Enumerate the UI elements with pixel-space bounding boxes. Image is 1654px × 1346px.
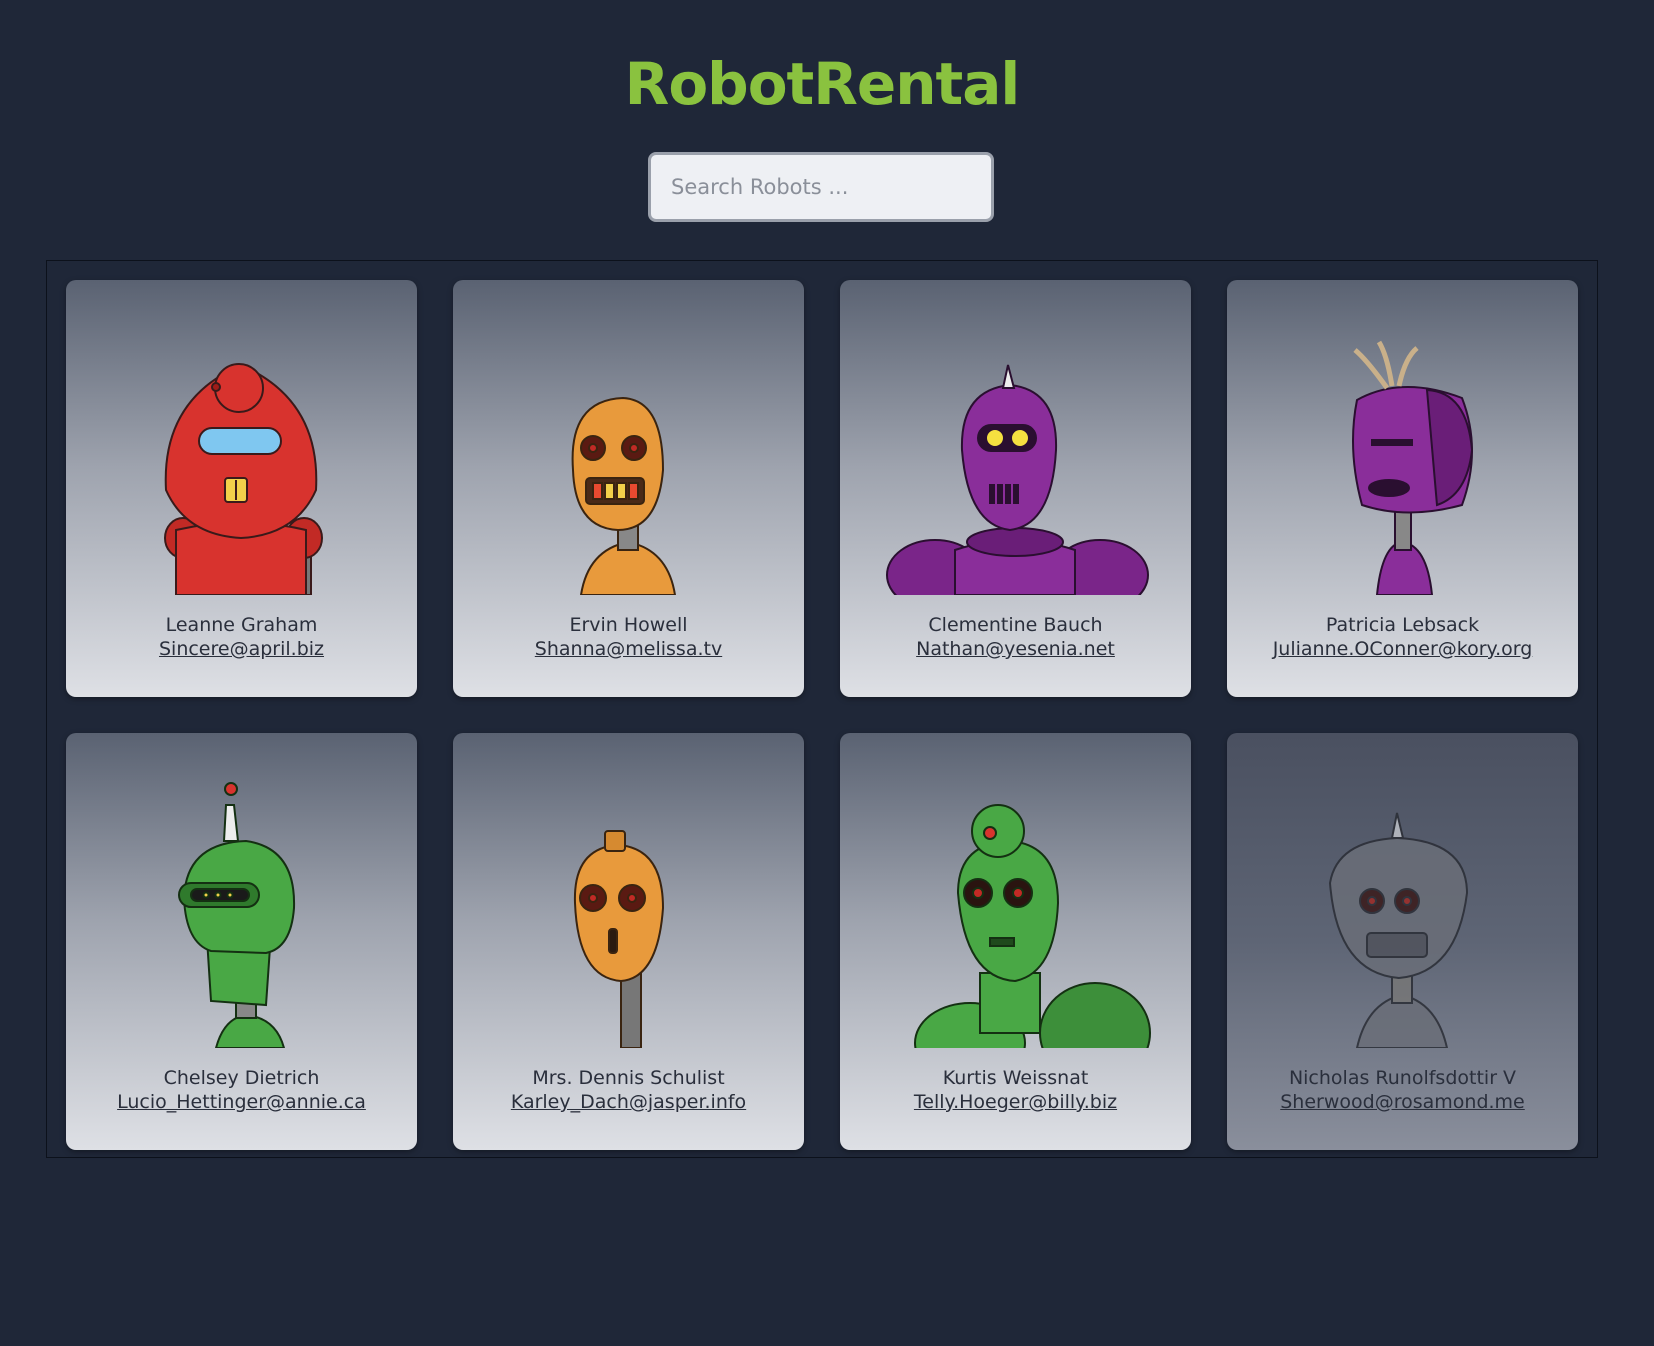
green-robot-avatar (914, 804, 1151, 1048)
robot-email-link[interactable]: Sincere@april.biz (66, 638, 417, 660)
robot-email-link[interactable]: Telly.Hoeger@billy.biz (840, 1091, 1191, 1113)
robot-card[interactable]: Kurtis Weissnat Telly.Hoeger@billy.biz (840, 733, 1191, 1150)
robot-email-link[interactable]: Nathan@yesenia.net (840, 638, 1191, 660)
robot-card[interactable]: Patricia Lebsack Julianne.OConner@kory.o… (1227, 280, 1578, 697)
app-title: RobotRental (624, 50, 1021, 118)
robot-email-link[interactable]: Sherwood@rosamond.me (1227, 1091, 1578, 1113)
robot-name: Clementine Bauch (928, 614, 1103, 636)
green-robot-avatar (178, 782, 296, 1048)
robot-name: Kurtis Weissnat (942, 1067, 1089, 1089)
robot-name: Nicholas Runolfsdottir V (1288, 1067, 1517, 1089)
robot-card[interactable]: Ervin Howell Shanna@melissa.tv (453, 280, 804, 697)
search-input[interactable] (648, 152, 994, 222)
robot-card-grid: Leanne Graham Sincere@april.biz Ervin Ho… (46, 260, 1598, 1158)
robot-email-link[interactable]: Julianne.OConner@kory.org (1227, 638, 1578, 660)
robot-name: Leanne Graham (165, 614, 318, 636)
robot-card[interactable]: Leanne Graham Sincere@april.biz (66, 280, 417, 697)
red-robot-avatar (164, 363, 323, 595)
robot-email-link[interactable]: Shanna@melissa.tv (453, 638, 804, 660)
purple-robot-avatar (1352, 340, 1474, 595)
robot-card[interactable]: Nicholas Runolfsdottir V Sherwood@rosamo… (1227, 733, 1578, 1150)
robot-name: Patricia Lebsack (1325, 614, 1480, 636)
robot-name: Mrs. Dennis Schulist (532, 1067, 725, 1089)
robot-name: Chelsey Dietrich (163, 1067, 320, 1089)
orange-robot-avatar (571, 396, 677, 595)
robot-card[interactable]: Clementine Bauch Nathan@yesenia.net (840, 280, 1191, 697)
gray-robot-avatar (1328, 812, 1469, 1048)
robot-card[interactable]: Chelsey Dietrich Lucio_Hettinger@annie.c… (66, 733, 417, 1150)
robot-email-link[interactable]: Lucio_Hettinger@annie.ca (66, 1091, 417, 1113)
robot-email-link[interactable]: Karley_Dach@jasper.info (453, 1091, 804, 1113)
robot-card[interactable]: Mrs. Dennis Schulist Karley_Dach@jasper.… (453, 733, 804, 1150)
orange-robot-avatar (573, 830, 665, 1048)
robot-name: Ervin Howell (569, 614, 688, 636)
purple-robot-avatar (886, 364, 1149, 595)
